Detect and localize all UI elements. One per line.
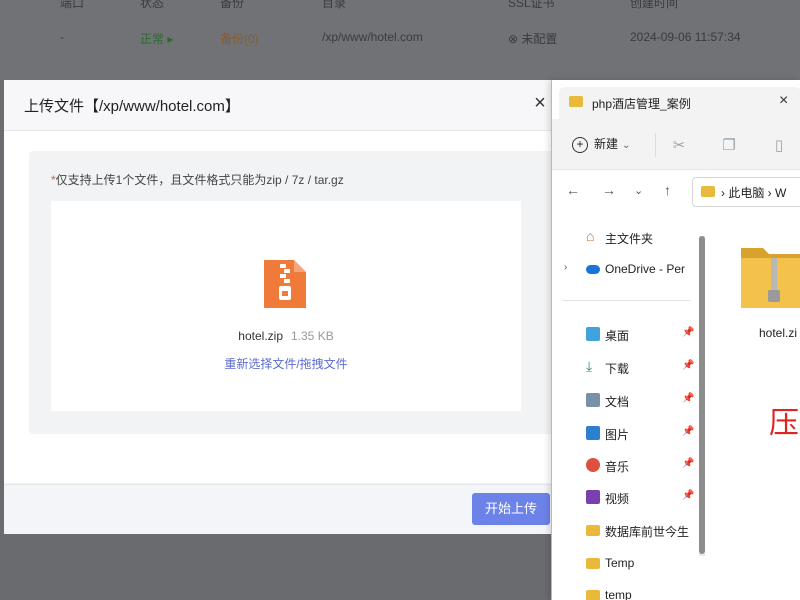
pin-icon[interactable]: 📌 [682,490,694,501]
tab-title: php酒店管理_案例 [592,97,691,111]
folder-icon [701,186,715,197]
nav-item-music[interactable]: 音乐 📌 [564,454,694,478]
close-icon[interactable]: × [529,92,551,114]
drop-zone[interactable]: hotel.zip 1.35 KB 重新选择文件/拖拽文件 [51,201,521,411]
nav-item-home[interactable]: ⌂ 主文件夹 [564,226,692,250]
table-header: 端口 状态 备份 目录 SSL证书 创建时间 [0,0,800,10]
navigation-bar: ← → ⌄ ↑ › 此电脑 › W [552,170,800,212]
pin-icon[interactable]: 📌 [682,393,694,404]
col-created: 创建时间 [630,0,679,10]
copy-icon[interactable]: ❐ [720,136,738,154]
picture-icon [586,426,600,440]
nav-item-database-folder[interactable]: 数据库前世今生 [564,519,692,543]
new-button[interactable]: + 新建 ⌄ [572,135,630,153]
zip-file-icon [264,260,306,308]
chevron-right-icon: › [564,262,568,273]
document-icon [586,393,600,407]
dialog-header: 上传文件【/xp/www/hotel.com】 × [4,80,556,131]
music-icon [586,458,600,472]
chevron-down-icon: ⌄ [622,140,631,151]
toolbar-divider [655,133,656,157]
up-arrow-icon[interactable]: ↑ [664,182,671,198]
cell-ssl[interactable]: ⊗ 未配置 [508,30,557,47]
background-table: 端口 状态 备份 目录 SSL证书 创建时间 - 正常 ▸ 备份(0) /xp/… [0,0,800,80]
desktop-icon [586,327,600,341]
upload-area: *仅支持上传1个文件，且文件格式只能为zip / 7z / tar.gz hot… [29,151,556,434]
explorer-toolbar: + 新建 ⌄ ✂ ❐ ▯ [552,119,800,170]
folder-icon [586,558,600,569]
format-notice: *仅支持上传1个文件，且文件格式只能为zip / 7z / tar.gz [51,173,344,187]
cell-dir[interactable]: /xp/www/hotel.com [322,30,423,44]
cell-status[interactable]: 正常 ▸ [140,30,173,47]
pin-icon[interactable]: 📌 [682,458,694,469]
pin-icon[interactable]: 📌 [682,327,694,338]
chevron-down-icon[interactable]: ⌄ [634,184,643,197]
download-icon: ⤓ [586,358,593,374]
navigation-pane: ⌂ 主文件夹 › OneDrive - Per 桌面 📌 ⤓ 下载 📌 文档 📌… [552,220,694,600]
start-upload-button[interactable]: 开始上传 [472,493,550,525]
cell-backup[interactable]: 备份(0) [220,30,259,47]
explorer-tab[interactable]: php酒店管理_案例 × [559,87,800,119]
dialog-footer: 开始上传 [4,484,556,534]
cell-created: 2024-09-06 11:57:34 [630,30,741,44]
nav-divider [562,300,690,301]
back-arrow-icon[interactable]: ← [566,182,580,198]
dialog-title: 上传文件【/xp/www/hotel.com】 [24,98,240,115]
table-row: - 正常 ▸ 备份(0) /xp/www/hotel.com ⊗ 未配置 202… [0,30,800,46]
selected-file: hotel.zip 1.35 KB [51,329,521,343]
folder-icon [569,96,583,107]
annotation-text: 压 [769,407,799,440]
nav-item-pictures[interactable]: 图片 📌 [564,422,694,446]
nav-item-temp-lower[interactable]: temp [564,584,692,600]
nav-item-downloads[interactable]: ⤓ 下载 📌 [564,356,694,380]
close-icon[interactable]: × [779,92,788,110]
file-explorer-window: php酒店管理_案例 × + 新建 ⌄ ✂ ❐ ▯ ← → ⌄ ↑ › 此电脑 › … [551,80,800,600]
nav-item-documents[interactable]: 文档 📌 [564,389,694,413]
folder-icon [586,525,600,536]
cut-icon[interactable]: ✂ [670,136,688,154]
video-icon [586,490,600,504]
zip-folder-icon[interactable] [741,238,800,310]
folder-icon [586,590,600,600]
dialog-body: *仅支持上传1个文件，且文件格式只能为zip / 7z / tar.gz hot… [4,131,556,483]
col-backup: 备份 [220,0,245,10]
nav-item-videos[interactable]: 视频 📌 [564,486,694,510]
pin-icon[interactable]: 📌 [682,426,694,437]
cloud-icon [586,265,600,274]
upload-dialog: 上传文件【/xp/www/hotel.com】 × *仅支持上传1个文件，且文件… [4,80,556,534]
col-port: 端口 [60,0,85,10]
col-dir: 目录 [322,0,347,10]
col-status: 状态 [140,0,165,10]
plus-icon: + [572,137,588,153]
forward-arrow-icon[interactable]: → [602,182,616,198]
nav-item-desktop[interactable]: 桌面 📌 [564,323,694,347]
paste-icon[interactable]: ▯ [770,136,788,154]
reselect-link[interactable]: 重新选择文件/拖拽文件 [51,355,521,372]
file-size: 1.35 KB [291,329,334,343]
file-name: hotel.zip [238,329,283,343]
cell-port: - [60,30,64,44]
file-content-area: hotel.zi 压 [709,220,800,600]
home-icon: ⌂ [586,228,595,244]
nav-item-temp-upper[interactable]: Temp [564,552,692,576]
pin-icon[interactable]: 📌 [682,360,694,371]
nav-scrollbar-thumb[interactable] [699,236,705,554]
col-ssl: SSL证书 [508,0,555,10]
address-bar[interactable]: › 此电脑 › W [692,177,800,207]
nav-item-onedrive[interactable]: › OneDrive - Per [564,258,692,282]
content-file-name[interactable]: hotel.zi [759,326,797,340]
address-path: › 此电脑 › W [721,186,787,200]
